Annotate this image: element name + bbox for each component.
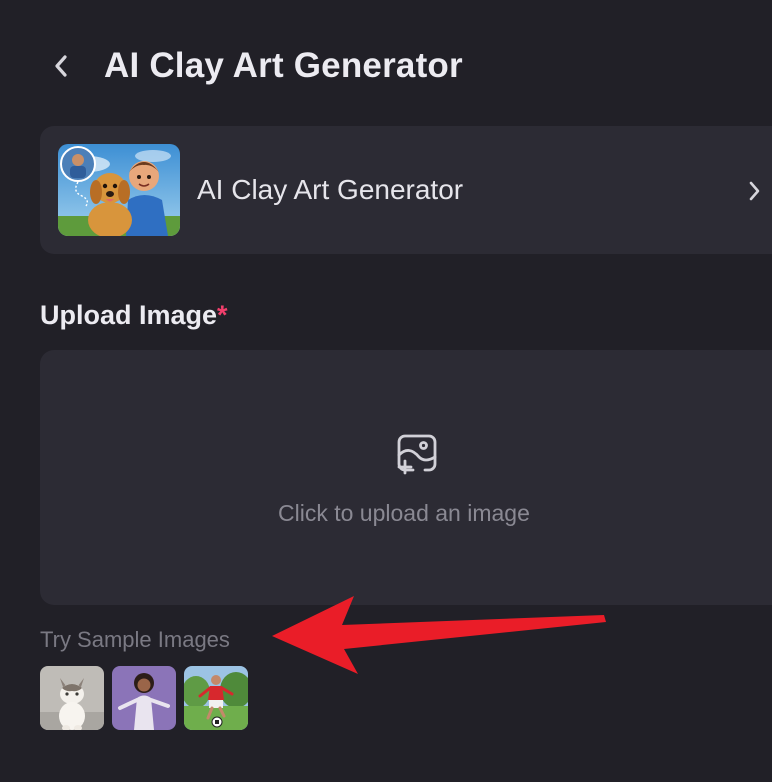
- upload-prompt: Click to upload an image: [278, 500, 530, 526]
- page-header: AI Clay Art Generator: [0, 0, 772, 132]
- tool-card[interactable]: AI Clay Art Generator: [40, 126, 772, 254]
- upload-image-label: Upload Image*: [40, 298, 228, 332]
- back-button[interactable]: [44, 48, 78, 84]
- image-add-icon: [397, 434, 437, 475]
- annotation-arrow: [272, 596, 606, 674]
- sample-images-label: Try Sample Images: [40, 627, 230, 652]
- tool-thumbnail: [58, 144, 180, 236]
- chevron-left-icon: [55, 55, 67, 77]
- chevron-right-icon: [740, 176, 768, 206]
- page-title: AI Clay Art Generator: [104, 46, 463, 85]
- upload-dropzone[interactable]: Click to upload an image: [40, 350, 772, 605]
- sample-image-girl[interactable]: [112, 666, 176, 730]
- sample-image-cat[interactable]: [40, 666, 104, 730]
- required-marker: *: [217, 300, 228, 330]
- upload-label-text: Upload Image: [40, 300, 218, 330]
- sample-image-soccer-boy[interactable]: [184, 666, 248, 730]
- sample-images-list: [40, 666, 248, 730]
- tool-name: AI Clay Art Generator: [197, 174, 464, 205]
